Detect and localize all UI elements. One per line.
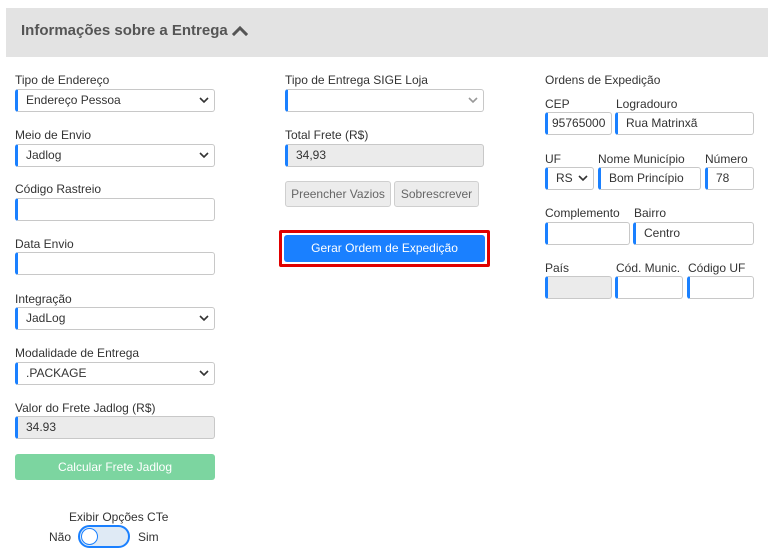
uf-value: RS (556, 171, 573, 185)
sobrescrever-button[interactable]: Sobrescrever (394, 181, 479, 207)
cte-off-label: Não (49, 530, 72, 544)
codigo-rastreio-label: Código Rastreio (15, 182, 102, 196)
cod-munic-label: Cód. Munic. (616, 261, 681, 275)
integracao-value: JadLog (26, 311, 66, 325)
valor-frete-input[interactable]: 34.93 (15, 416, 215, 439)
chevron-down-icon (199, 370, 209, 377)
meio-envio-value: Jadlog (26, 148, 62, 162)
tipo-endereco-label: Tipo de Endereço (15, 73, 110, 87)
bairro-input[interactable]: Centro (633, 222, 754, 245)
codigo-uf-label: Código UF (688, 261, 746, 275)
data-envio-label: Data Envio (15, 237, 74, 251)
cte-on-label: Sim (138, 530, 159, 544)
complemento-label: Complemento (545, 206, 620, 220)
tipo-entrega-label: Tipo de Entrega SIGE Loja (285, 73, 428, 87)
chevron-down-icon (199, 152, 209, 159)
total-frete-input[interactable]: 34,93 (285, 144, 484, 167)
modalidade-value: .PACKAGE (26, 366, 87, 380)
bairro-label: Bairro (634, 206, 667, 220)
cte-label: Exibir Opções CTe (69, 510, 169, 524)
gerar-ordem-button[interactable]: Gerar Ordem de Expedição (284, 235, 485, 262)
pais-input[interactable] (545, 276, 612, 299)
uf-select[interactable]: RS (545, 167, 594, 190)
preencher-vazios-button[interactable]: Preencher Vazios (285, 181, 391, 207)
section-header[interactable]: Informações sobre a Entrega (6, 8, 768, 57)
cep-input[interactable]: 95765000 (545, 112, 612, 135)
municipio-label: Nome Município (598, 152, 685, 166)
tipo-endereco-select[interactable]: Endereço Pessoa (15, 89, 215, 112)
codigo-uf-input[interactable] (687, 276, 754, 299)
integracao-label: Integração (15, 292, 72, 306)
modalidade-label: Modalidade de Entrega (15, 346, 140, 360)
complemento-input[interactable] (545, 222, 630, 245)
uf-label: UF (545, 152, 561, 166)
chevron-down-icon (199, 97, 209, 104)
tipo-entrega-select[interactable] (285, 89, 484, 112)
integracao-select[interactable]: JadLog (15, 307, 215, 330)
logradouro-input[interactable]: Rua Matrinxã (615, 112, 754, 135)
data-envio-input[interactable] (15, 252, 215, 275)
meio-envio-select[interactable]: Jadlog (15, 144, 215, 167)
chevron-down-icon (199, 315, 209, 322)
municipio-input[interactable]: Bom Princípio (598, 167, 701, 190)
cep-label: CEP (545, 97, 570, 111)
cod-munic-input[interactable] (615, 276, 683, 299)
valor-frete-label: Valor do Frete Jadlog (R$) (15, 401, 156, 415)
chevron-up-icon[interactable] (232, 23, 248, 39)
total-frete-label: Total Frete (R$) (285, 128, 369, 142)
calcular-frete-button[interactable]: Calcular Frete Jadlog (15, 454, 215, 480)
numero-input[interactable]: 78 (705, 167, 754, 190)
tipo-endereco-value: Endereço Pessoa (26, 93, 121, 107)
cte-toggle[interactable] (78, 525, 130, 548)
codigo-rastreio-input[interactable] (15, 198, 215, 221)
pais-label: País (545, 261, 570, 275)
chevron-down-icon (468, 97, 478, 104)
ordens-expedicao-title: Ordens de Expedição (545, 73, 661, 87)
chevron-down-icon (578, 175, 588, 182)
meio-envio-label: Meio de Envio (15, 128, 92, 142)
logradouro-label: Logradouro (616, 97, 678, 111)
modalidade-select[interactable]: .PACKAGE (15, 362, 215, 385)
section-title: Informações sobre a Entrega (21, 22, 228, 39)
numero-label: Número (705, 152, 748, 166)
toggle-knob (81, 528, 98, 545)
